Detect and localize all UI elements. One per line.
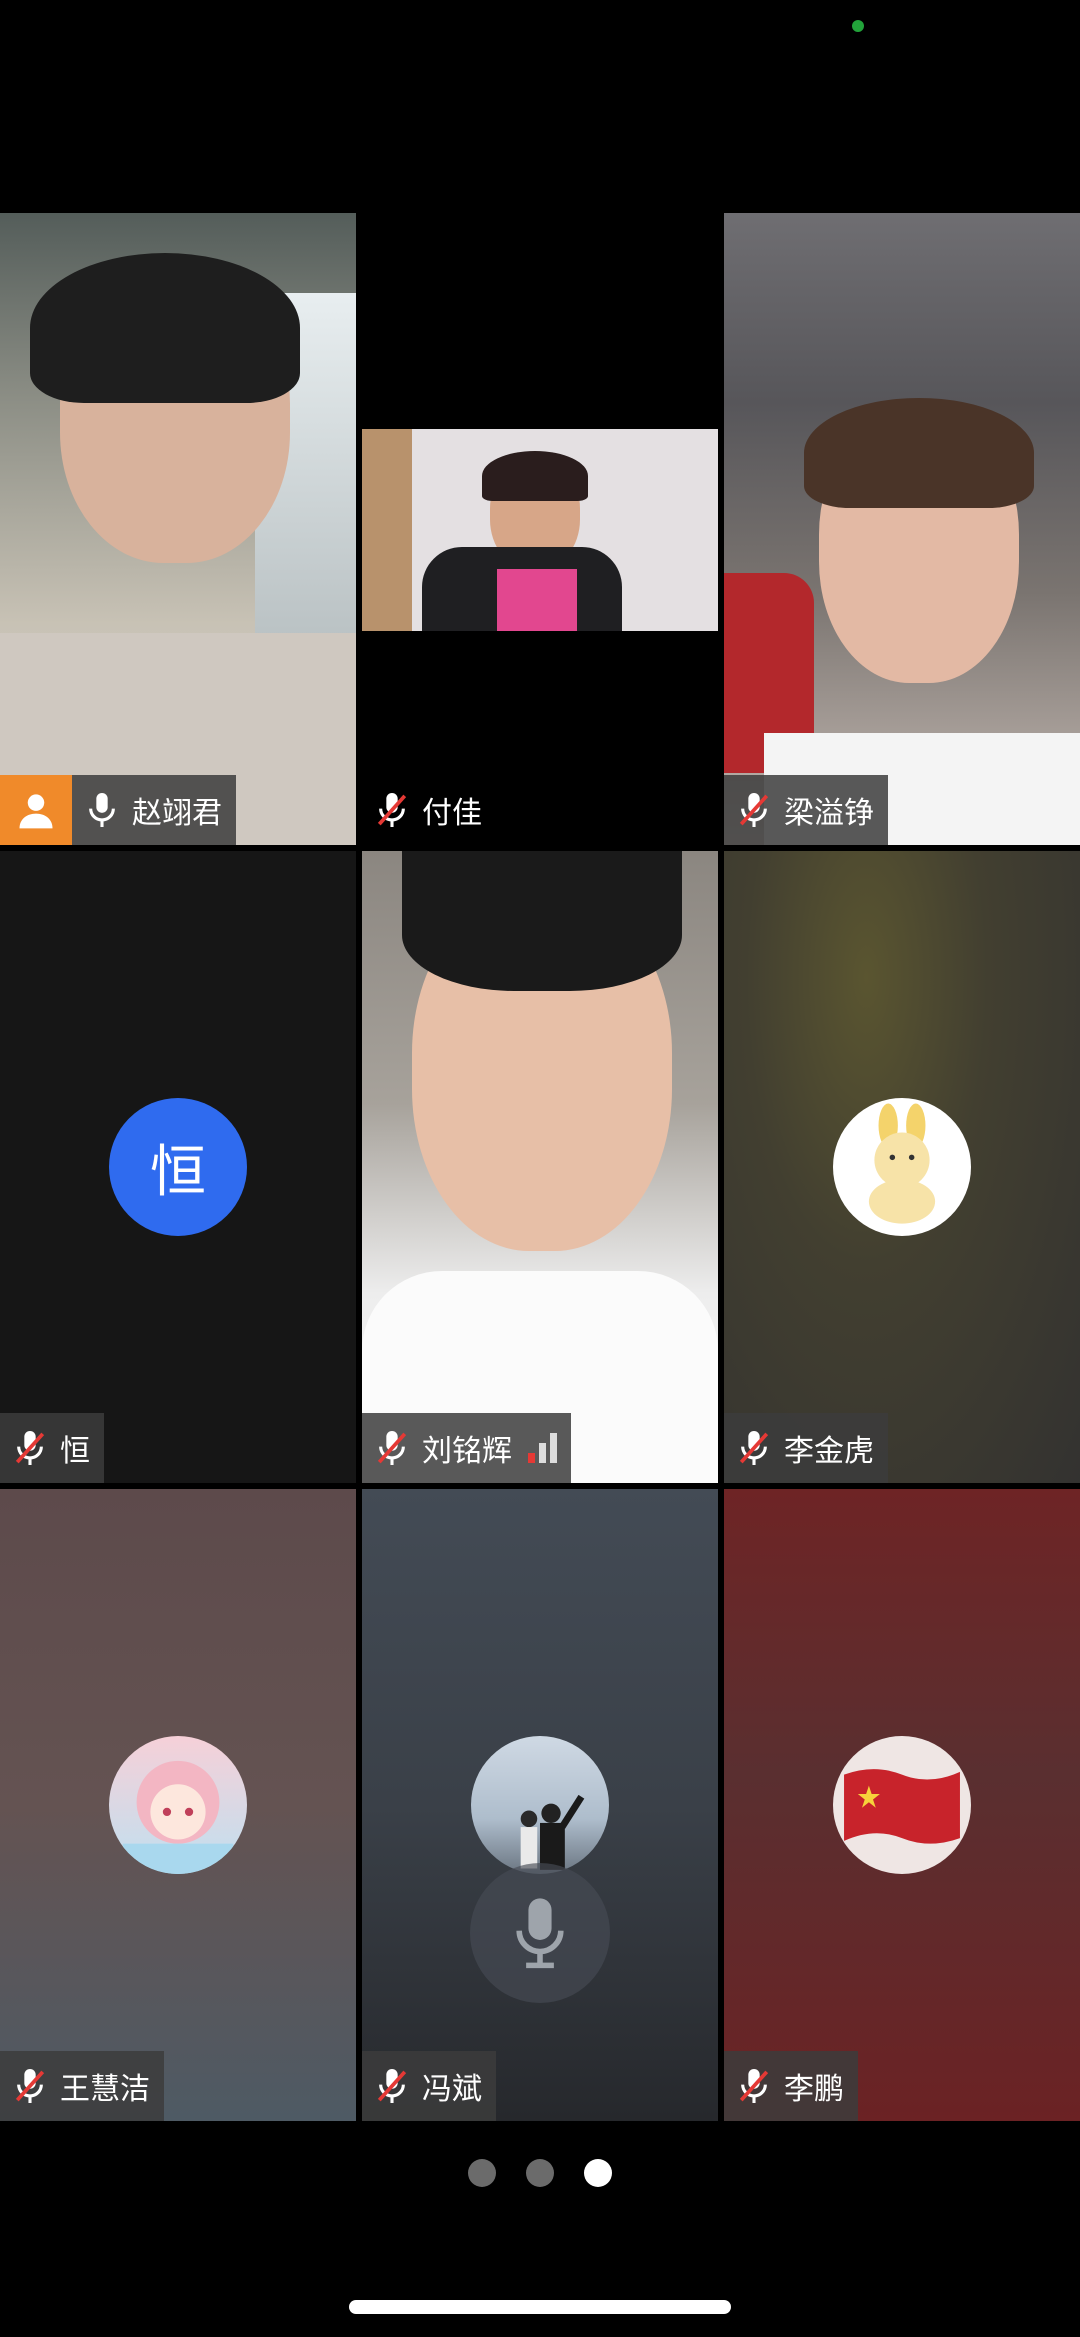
- video-tile-7[interactable]: 王慧洁: [0, 1489, 356, 2121]
- video-feed: [724, 213, 1080, 845]
- participant-name-tag: 王慧洁: [0, 2051, 164, 2121]
- video-feed: [362, 851, 718, 1483]
- person-icon: [19, 794, 53, 829]
- video-tile-8[interactable]: 冯斌: [362, 1489, 718, 2121]
- network-signal-icon: [528, 1433, 557, 1463]
- participant-name: 李鹏: [784, 2073, 844, 2106]
- video-tile-3[interactable]: 梁溢铮: [724, 213, 1080, 845]
- host-badge: [0, 775, 72, 845]
- video-tile-2[interactable]: 付佳: [362, 213, 718, 845]
- participant-name-tag: 恒: [0, 1413, 104, 1483]
- video-tile-5[interactable]: 刘铭辉: [362, 851, 718, 1483]
- participant-name-tag: 赵翊君: [72, 775, 236, 845]
- bunny-illustration-icon: [868, 1103, 936, 1224]
- profile-avatar: [109, 1736, 247, 1874]
- flag-illustration-icon: [844, 1769, 960, 1844]
- participant-name: 付佳: [422, 797, 482, 830]
- mic-muted-icon: [736, 788, 772, 832]
- participant-name-tag: 李鹏: [724, 2051, 858, 2121]
- mic-muted-icon: [374, 2064, 410, 2108]
- participant-name: 刘铭辉: [422, 1435, 512, 1468]
- microphone-icon: [516, 1898, 564, 1969]
- microphone-toggle-button[interactable]: [470, 1863, 610, 2003]
- home-indicator[interactable]: [349, 2300, 731, 2314]
- participant-name-tag: 梁溢铮: [724, 775, 888, 845]
- mic-muted-icon: [374, 1426, 410, 1470]
- video-feed: [0, 213, 356, 845]
- profile-avatar: [833, 1098, 971, 1236]
- video-feed: [362, 429, 718, 631]
- mic-on-icon: [84, 788, 120, 832]
- mic-muted-icon: [736, 2064, 772, 2108]
- page-dot-2[interactable]: [526, 2159, 554, 2187]
- photo-people-icon: [520, 1794, 585, 1870]
- video-tile-9[interactable]: 李鹏: [724, 1489, 1080, 2121]
- video-tile-6[interactable]: 李金虎: [724, 851, 1080, 1483]
- participant-name: 梁溢铮: [784, 797, 874, 830]
- video-tile-1[interactable]: 赵翊君: [0, 213, 356, 845]
- page-dot-3-active[interactable]: [584, 2159, 612, 2187]
- profile-avatar: [471, 1736, 609, 1874]
- participant-name: 赵翊君: [132, 797, 222, 830]
- mic-muted-icon: [12, 2064, 48, 2108]
- anime-girl-illustration-icon: [122, 1760, 234, 1874]
- participant-name-tag: 付佳: [362, 775, 496, 845]
- participant-name-tag: 冯斌: [362, 2051, 496, 2121]
- page-indicator[interactable]: [0, 2159, 1080, 2187]
- mic-muted-icon: [736, 1426, 772, 1470]
- participant-name: 李金虎: [784, 1435, 874, 1468]
- participant-name: 王慧洁: [60, 2073, 150, 2106]
- participant-name: 冯斌: [422, 2073, 482, 2106]
- profile-avatar: [833, 1736, 971, 1874]
- video-tile-4[interactable]: 恒 恒: [0, 851, 356, 1483]
- page-dot-1[interactable]: [468, 2159, 496, 2187]
- letter-avatar: 恒: [109, 1098, 247, 1236]
- mic-muted-icon: [12, 1426, 48, 1470]
- participant-name-tag: 李金虎: [724, 1413, 888, 1483]
- participant-name: 恒: [60, 1435, 90, 1468]
- status-indicator-dot: [852, 20, 864, 32]
- mic-muted-icon: [374, 788, 410, 832]
- participant-name-tag: 刘铭辉: [362, 1413, 571, 1483]
